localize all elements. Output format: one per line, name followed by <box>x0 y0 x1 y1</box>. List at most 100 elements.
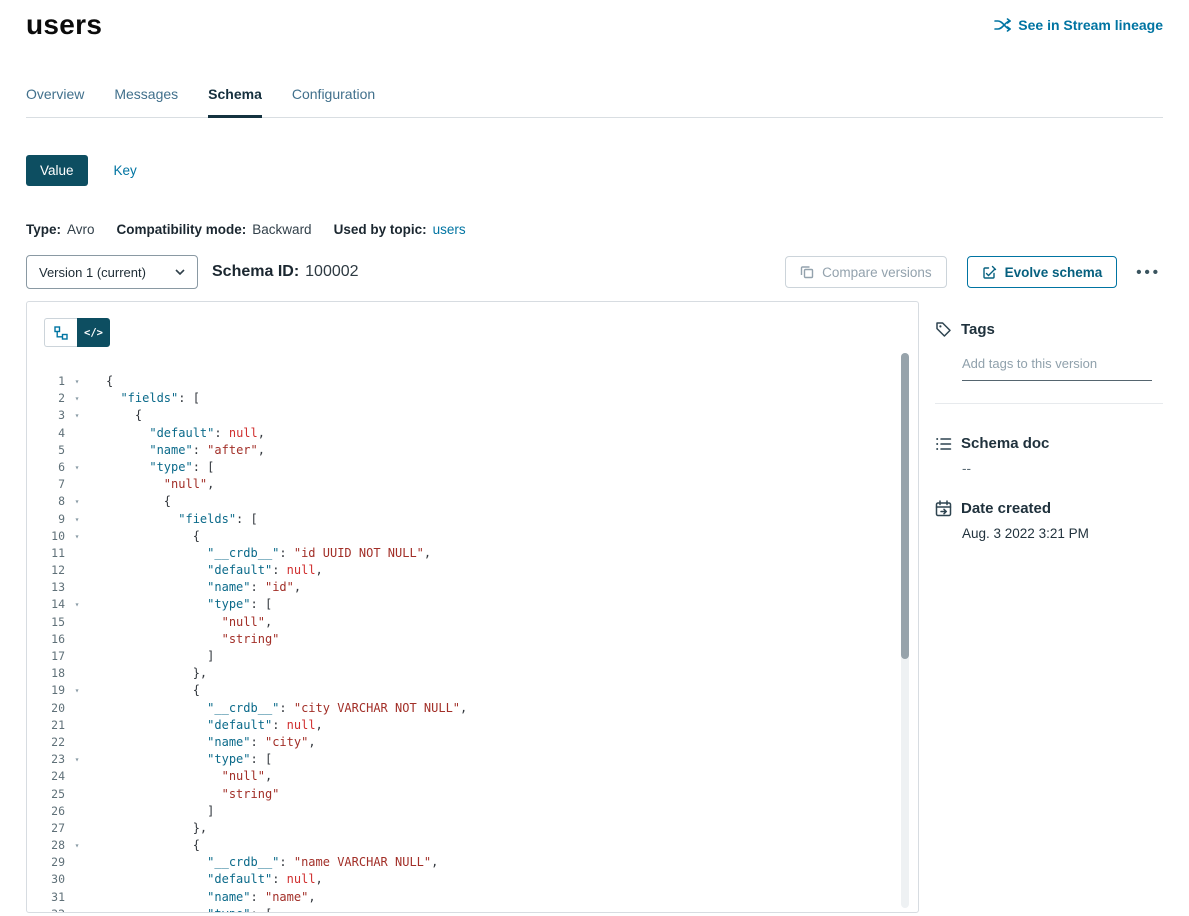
code-text: "string" <box>106 786 279 803</box>
fold-caret-icon[interactable]: ▾ <box>69 407 85 424</box>
code-line: 5 "name": "after", <box>27 442 918 459</box>
schema-editor-panel: </> 1▾{2▾ "fields": [3▾ {4 "default": nu… <box>26 301 919 913</box>
code-line: 13 "name": "id", <box>27 579 918 596</box>
schema-meta: Type: Avro Compatibility mode: Backward … <box>26 222 1163 237</box>
line-number: 14 <box>27 596 65 613</box>
line-number: 15 <box>27 614 65 631</box>
tags-section-header: Tags <box>935 321 1163 338</box>
fold-caret-icon[interactable]: ▾ <box>69 528 85 545</box>
date-created-section-header: Date created <box>935 500 1163 517</box>
fold-caret-icon[interactable]: ▾ <box>69 906 85 913</box>
topic-link[interactable]: users <box>433 222 466 237</box>
line-number: 9 <box>27 511 65 528</box>
code-line: 4 "default": null, <box>27 425 918 442</box>
code-lines: 1▾{2▾ "fields": [3▾ {4 "default": null,5… <box>27 373 918 913</box>
code-line: 27 }, <box>27 820 918 837</box>
scrollbar-thumb[interactable] <box>901 353 909 659</box>
code-text: }, <box>106 665 207 682</box>
schema-doc-title: Schema doc <box>961 435 1049 452</box>
tag-icon <box>935 321 952 338</box>
code-text: { <box>106 682 200 699</box>
type-label: Type: <box>26 222 61 237</box>
compatibility-value: Backward <box>252 222 311 237</box>
code-view-button[interactable]: </> <box>77 318 110 347</box>
line-number: 21 <box>27 717 65 734</box>
fold-caret-icon[interactable]: ▾ <box>69 459 85 476</box>
code-line: 1▾{ <box>27 373 918 390</box>
code-line: 25 "string" <box>27 786 918 803</box>
line-number: 26 <box>27 803 65 820</box>
tab-configuration[interactable]: Configuration <box>292 86 375 117</box>
version-select[interactable]: Version 1 (current) <box>26 255 198 289</box>
fold-caret-icon[interactable]: ▾ <box>69 751 85 768</box>
fold-caret-icon[interactable]: ▾ <box>69 596 85 613</box>
fold-caret-icon[interactable]: ▾ <box>69 390 85 407</box>
code-text: "type": [ <box>106 751 272 768</box>
tags-input[interactable] <box>962 353 1152 381</box>
code-line: 7 "null", <box>27 476 918 493</box>
code-text: { <box>106 493 171 510</box>
sidebar-divider <box>935 403 1163 404</box>
fold-caret-icon[interactable]: ▾ <box>69 373 85 390</box>
code-text: "__crdb__": "city VARCHAR NOT NULL", <box>106 700 467 717</box>
main-content: </> 1▾{2▾ "fields": [3▾ {4 "default": nu… <box>26 301 1163 913</box>
line-number: 10 <box>27 528 65 545</box>
line-number: 30 <box>27 871 65 888</box>
editor-view-toggle: </> <box>44 318 110 347</box>
stream-lineage-link[interactable]: See in Stream lineage <box>994 17 1163 33</box>
line-number: 18 <box>27 665 65 682</box>
code-text: "name": "city", <box>106 734 316 751</box>
tab-schema[interactable]: Schema <box>208 86 262 118</box>
doc-list-icon <box>935 436 952 452</box>
value-tab-button[interactable]: Value <box>26 155 88 186</box>
code-line: 31 "name": "name", <box>27 889 918 906</box>
fold-caret-icon[interactable]: ▾ <box>69 837 85 854</box>
code-text: "type": [ <box>106 459 214 476</box>
tab-messages[interactable]: Messages <box>114 86 178 117</box>
schema-doc-value: -- <box>962 461 1163 476</box>
compare-versions-button[interactable]: Compare versions <box>785 256 947 288</box>
fold-caret-icon[interactable]: ▾ <box>69 682 85 699</box>
evolve-edit-icon <box>982 265 997 280</box>
date-created-title: Date created <box>961 500 1051 517</box>
schema-sidebar: Tags Schema doc -- <box>919 301 1163 913</box>
fold-caret-icon[interactable]: ▾ <box>69 493 85 510</box>
code-text: "null", <box>106 768 272 785</box>
code-line: 23▾ "type": [ <box>27 751 918 768</box>
calendar-icon <box>935 500 952 517</box>
code-line: 32▾ "type": [ <box>27 906 918 913</box>
schema-id-label: Schema ID: <box>212 263 299 281</box>
code-line: 17 ] <box>27 648 918 665</box>
code-text: "name": "after", <box>106 442 265 459</box>
code-text: "null", <box>106 476 214 493</box>
page-title: users <box>26 9 102 41</box>
code-line: 12 "default": null, <box>27 562 918 579</box>
code-line: 8▾ { <box>27 493 918 510</box>
key-tab-button[interactable]: Key <box>114 163 137 178</box>
schema-page: users See in Stream lineage Overview Mess… <box>0 0 1189 916</box>
more-options-button[interactable]: ••• <box>1134 261 1163 284</box>
code-text: "fields": [ <box>106 390 200 407</box>
code-text: { <box>106 373 113 390</box>
code-line: 9▾ "fields": [ <box>27 511 918 528</box>
fold-caret-icon[interactable]: ▾ <box>69 511 85 528</box>
code-text: "name": "name", <box>106 889 316 906</box>
line-number: 5 <box>27 442 65 459</box>
code-line: 26 ] <box>27 803 918 820</box>
tree-view-button[interactable] <box>44 318 77 347</box>
evolve-schema-button[interactable]: Evolve schema <box>967 256 1118 288</box>
line-number: 22 <box>27 734 65 751</box>
code-text: "default": null, <box>106 425 265 442</box>
editor-scrollbar[interactable] <box>901 353 909 908</box>
compatibility-label: Compatibility mode: <box>117 222 247 237</box>
tab-overview[interactable]: Overview <box>26 86 84 117</box>
tab-bar: Overview Messages Schema Configuration <box>26 86 1163 118</box>
line-number: 6 <box>27 459 65 476</box>
line-number: 20 <box>27 700 65 717</box>
line-number: 31 <box>27 889 65 906</box>
line-number: 13 <box>27 579 65 596</box>
code-line: 19▾ { <box>27 682 918 699</box>
code-line: 11 "__crdb__": "id UUID NOT NULL", <box>27 545 918 562</box>
schema-toolbar: Version 1 (current) Schema ID: 100002 Co… <box>26 255 1163 289</box>
code-text: "null", <box>106 614 272 631</box>
